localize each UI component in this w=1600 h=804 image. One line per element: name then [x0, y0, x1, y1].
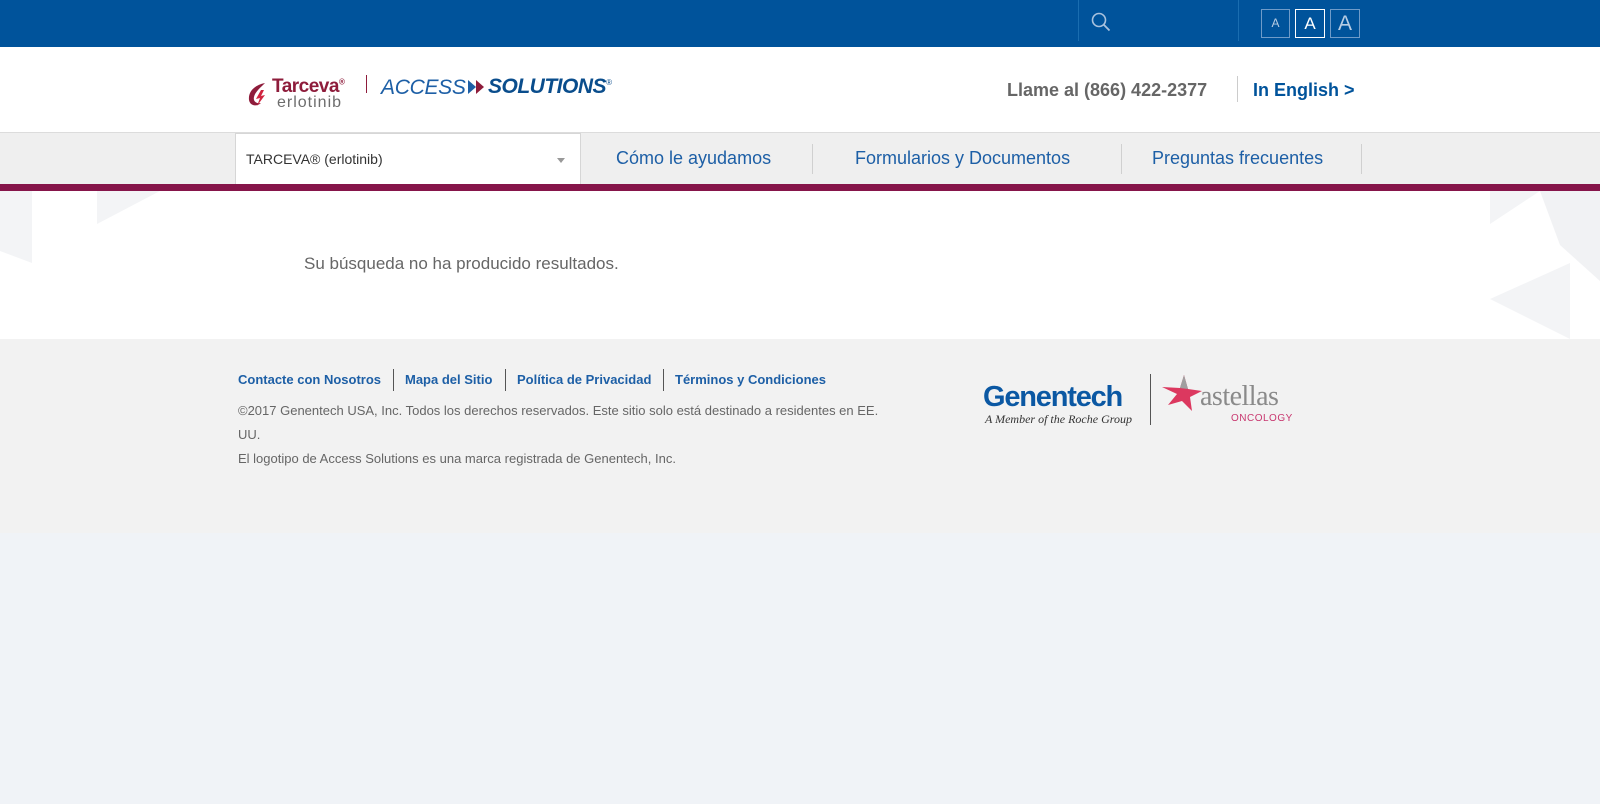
site-search — [1078, 0, 1239, 41]
decorative-triangles-left — [0, 191, 160, 263]
solutions-word: SOLUTIONS® — [488, 75, 612, 98]
footer-link-sitemap[interactable]: Mapa del Sitio — [405, 372, 492, 387]
partner-divider — [1150, 374, 1151, 425]
footer-link-contact[interactable]: Contacte con Nosotros — [238, 372, 381, 387]
nav-divider — [1361, 144, 1362, 174]
no-results-message: Su búsqueda no ha producido resultados. — [304, 254, 619, 273]
language-link[interactable]: In English > — [1253, 80, 1355, 101]
astellas-star-icon — [1162, 375, 1202, 411]
nav-divider — [812, 144, 813, 174]
site-footer: Contacte con Nosotros Mapa del Sitio Pol… — [0, 339, 1600, 533]
search-results: Su búsqueda no ha producido resultados. — [0, 191, 1600, 339]
tarceva-registered-mark: ® — [338, 77, 345, 87]
solutions-registered-mark: ® — [606, 78, 612, 87]
decorative-triangles-right — [1490, 191, 1600, 339]
footer-link-terms[interactable]: Términos y Condiciones — [675, 372, 826, 387]
logo-divider — [366, 75, 367, 93]
tarceva-flame-icon — [248, 83, 265, 106]
site-header: Tarceva® erlotinib ACCESS SOLUTIONS® Lla… — [0, 47, 1600, 133]
trademark-text: El logotipo de Access Solutions es una m… — [238, 451, 676, 466]
nav-item-como-le-ayudamos[interactable]: Cómo le ayudamos — [616, 148, 771, 169]
footer-link-divider — [663, 369, 664, 391]
accent-bar — [0, 184, 1600, 191]
font-size-small-button[interactable]: A — [1261, 9, 1290, 38]
main-nav: TARCEVA® (erlotinib) Cómo le ayudamos Fo… — [0, 133, 1600, 184]
font-size-large-button[interactable]: A — [1330, 9, 1360, 38]
footer-link-divider — [393, 369, 394, 391]
search-icon[interactable] — [1091, 12, 1111, 32]
search-input[interactable] — [1119, 9, 1229, 33]
oncology-label: ONCOLOGY — [1231, 413, 1293, 424]
font-size-medium-button[interactable]: A — [1295, 9, 1325, 38]
nav-divider — [1121, 144, 1122, 174]
genentech-wordmark: Genentech — [983, 381, 1123, 413]
astellas-wordmark: astellas — [1200, 381, 1279, 412]
footer-link-divider — [505, 369, 506, 391]
genentech-tagline: A Member of the Roche Group — [985, 412, 1132, 426]
phone-number: Llame al (866) 422-2377 — [1007, 80, 1208, 100]
nav-item-formularios[interactable]: Formularios y Documentos — [855, 148, 1070, 169]
utility-bar: A A A — [0, 0, 1600, 47]
tarceva-access-solutions-logo[interactable]: Tarceva® erlotinib ACCESS SOLUTIONS® — [245, 74, 625, 114]
access-word: ACCESS — [381, 76, 466, 99]
chevron-down-icon — [557, 158, 565, 163]
footer-link-privacy[interactable]: Política de Privacidad — [517, 372, 651, 387]
nav-item-preguntas[interactable]: Preguntas frecuentes — [1152, 148, 1323, 169]
copyright-text: ©2017 Genentech USA, Inc. Todos los dere… — [238, 403, 879, 442]
header-divider — [1237, 76, 1238, 102]
tarceva-generic-name: erlotinib — [277, 94, 343, 111]
product-select-value: TARCEVA® (erlotinib) — [246, 151, 383, 167]
chevron-arrows-icon — [468, 80, 484, 94]
product-select[interactable]: TARCEVA® (erlotinib) — [235, 133, 581, 184]
